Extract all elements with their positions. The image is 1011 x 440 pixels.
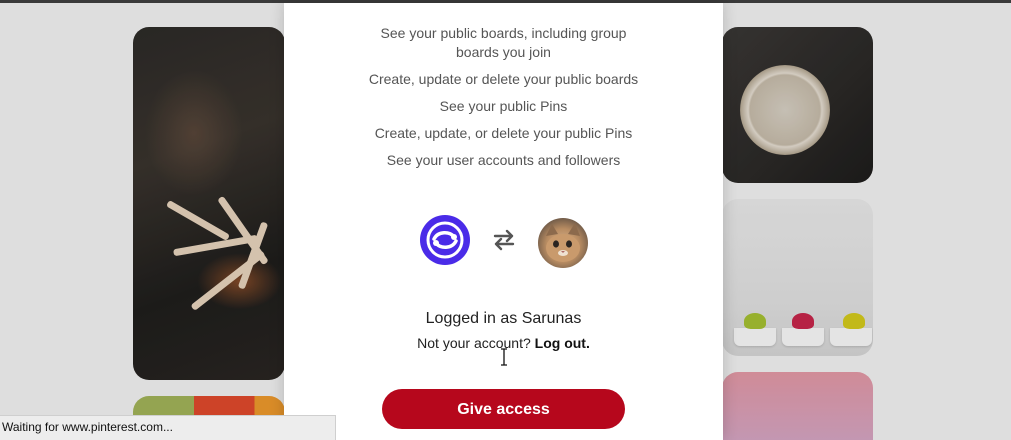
text-cursor-icon [499,348,509,366]
permission-item: See your user accounts and followers [386,152,621,168]
permission-item: See your public boards, including group … [380,25,627,60]
permission-item: Create, update or delete your public boa… [368,71,639,87]
logged-in-status: Logged in as Sarunas [425,310,582,327]
logout-link[interactable]: Log out. [535,335,590,351]
give-access-button[interactable]: Give access [382,389,625,429]
permission-item: See your public Pins [439,98,568,114]
browser-status-bar: Waiting for www.pinterest.com... [0,415,336,440]
user-avatar [538,218,588,268]
permission-item: Create, update, or delete your public Pi… [374,125,633,141]
authorize-app-dialog: See your public boards, including group … [284,3,723,440]
not-your-account-text: Not your account? [417,335,531,351]
app-logo-icon [420,215,470,265]
swap-arrows-icon [492,229,516,251]
